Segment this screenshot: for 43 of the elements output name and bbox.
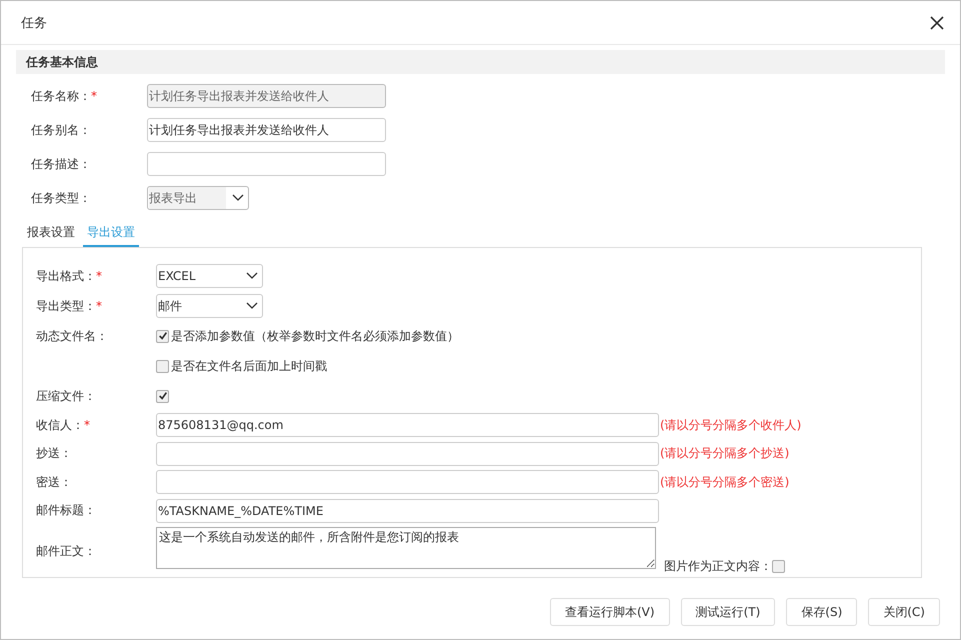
section-header: 任务基本信息 — [16, 50, 945, 74]
window-title: 任务 — [21, 14, 47, 32]
field-label: 任务描述： — [31, 156, 92, 172]
field-label: 邮件正文： — [36, 542, 97, 560]
dialog-button[interactable]: 查看运行脚本(V) — [550, 598, 670, 626]
chevron-down-icon — [232, 194, 244, 202]
tab[interactable]: 报表设置 — [23, 219, 79, 247]
chevron-down-icon — [246, 272, 258, 280]
field-label: 导出类型：* — [36, 298, 103, 314]
field-label: 任务名称：* — [31, 88, 98, 104]
input-field[interactable] — [156, 470, 659, 494]
input-field[interactable]: 875608131@qq.com — [156, 413, 659, 438]
input-field[interactable] — [156, 442, 659, 466]
checkbox[interactable] — [156, 360, 169, 372]
chevron-down-icon — [246, 302, 258, 310]
dropdown[interactable]: EXCEL — [156, 264, 263, 288]
dropdown[interactable]: 邮件 — [156, 294, 263, 318]
field-label: 压缩文件： — [36, 388, 97, 404]
checkbox-label: 是否添加参数值（枚举参数时文件名必须添加参数值） — [171, 328, 459, 344]
checkbox[interactable] — [772, 560, 785, 573]
checkbox-label: 图片作为正文内容： — [664, 558, 772, 575]
field-label: 抄送： — [36, 445, 73, 462]
checkbox-label: 是否在文件名后面加上时间戳 — [171, 358, 327, 374]
dialog-button[interactable]: 保存(S) — [786, 598, 858, 626]
hint-text: (请以分号分隔多个密送) — [660, 474, 790, 491]
hint-text: (请以分号分隔多个抄送) — [660, 445, 790, 462]
field-label: 动态文件名： — [36, 328, 109, 344]
checkbox[interactable] — [156, 330, 169, 342]
text-area[interactable]: 这是一个系统自动发送的邮件，所含附件是您订阅的报表 — [156, 527, 656, 569]
field-label: 收信人：* — [36, 416, 91, 434]
field-label: 任务类型： — [31, 190, 92, 206]
field-label: 邮件标题： — [36, 502, 97, 520]
checkbox[interactable] — [156, 390, 169, 402]
dialog-button[interactable]: 测试运行(T) — [680, 598, 776, 626]
field-label: 密送： — [36, 474, 73, 491]
hint-text: (请以分号分隔多个收件人) — [660, 416, 802, 434]
input-field[interactable] — [147, 152, 386, 176]
close-icon[interactable] — [930, 16, 944, 30]
input-field[interactable]: %TASKNAME_%DATE%TIME — [156, 498, 659, 523]
field-label: 任务别名： — [31, 122, 92, 138]
field-label: 导出格式：* — [36, 268, 103, 284]
dialog-button[interactable]: 关闭(C) — [868, 598, 940, 626]
input-field[interactable]: 计划任务导出报表并发送给收件人 — [147, 118, 386, 142]
